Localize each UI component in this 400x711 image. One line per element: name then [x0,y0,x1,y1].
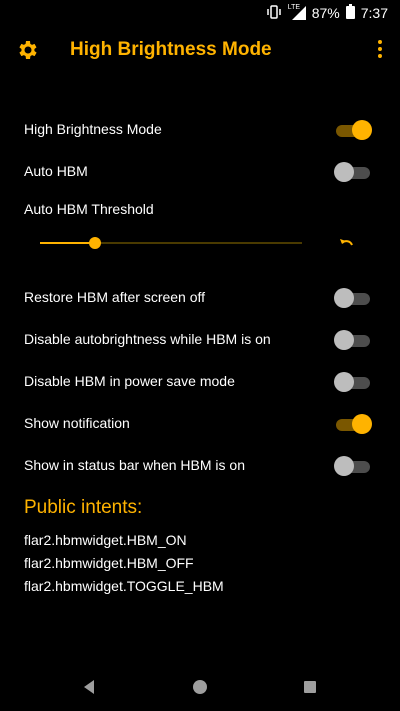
power-save-toggle[interactable] [334,372,370,392]
auto-hbm-toggle[interactable] [334,162,370,182]
intent-item: flar2.hbmwidget.TOGGLE_HBM [24,578,224,594]
gear-icon [16,38,40,62]
threshold-slider[interactable] [40,234,302,252]
signal-icon: LTE [288,4,306,20]
setting-label: Restore HBM after screen off [24,289,206,305]
setting-label: Show notification [24,415,130,431]
home-icon[interactable] [190,677,210,697]
intent-item: flar2.hbmwidget.HBM_ON [24,532,187,548]
slider-fill [40,242,96,244]
disable-autobrightness-toggle[interactable] [334,330,370,350]
notification-toggle[interactable] [336,414,372,434]
battery-icon [345,4,355,22]
restore-hbm-toggle[interactable] [334,288,370,308]
setting-label: Auto HBM [24,163,88,179]
page-title: High Brightness Mode [70,39,272,60]
status-bar-toggle[interactable] [334,456,370,476]
status-bar: LTE 87% 7:37 [0,0,400,24]
setting-label: High Brightness Mode [24,121,162,137]
app-bar: High Brightness Mode [0,26,400,78]
status-icons: LTE 87% 7:37 [266,4,388,22]
setting-auto-hbm[interactable]: Auto HBM [0,152,400,192]
setting-label: Disable HBM in power save mode [24,373,235,389]
back-icon[interactable] [80,677,100,697]
setting-show-notification[interactable]: Show notification [0,404,400,444]
public-intents-title: Public intents: [24,497,143,518]
setting-disable-hbm-power-save[interactable]: Disable HBM in power save mode [0,362,400,402]
setting-show-in-status-bar[interactable]: Show in status bar when HBM is on [0,446,400,486]
navigation-bar [0,663,400,711]
setting-label: Disable autobrightness while HBM is on [24,331,271,347]
setting-disable-autobrightness[interactable]: Disable autobrightness while HBM is on [0,320,400,360]
overflow-menu-icon[interactable] [374,40,386,62]
hbm-toggle[interactable] [336,120,372,140]
intent-item: flar2.hbmwidget.HBM_OFF [24,555,194,571]
setting-restore-hbm[interactable]: Restore HBM after screen off [0,278,400,318]
setting-label: Show in status bar when HBM is on [24,457,245,473]
reset-icon[interactable] [338,235,356,253]
vibrate-icon [266,4,282,22]
battery-percent: 87% [311,5,340,21]
recents-icon[interactable] [300,677,320,697]
clock: 7:37 [360,5,388,21]
setting-auto-hbm-threshold: Auto HBM Threshold [0,190,400,230]
slider-knob[interactable] [89,237,102,249]
setting-high-brightness-mode[interactable]: High Brightness Mode [0,110,400,150]
setting-label: Auto HBM Threshold [24,201,154,217]
